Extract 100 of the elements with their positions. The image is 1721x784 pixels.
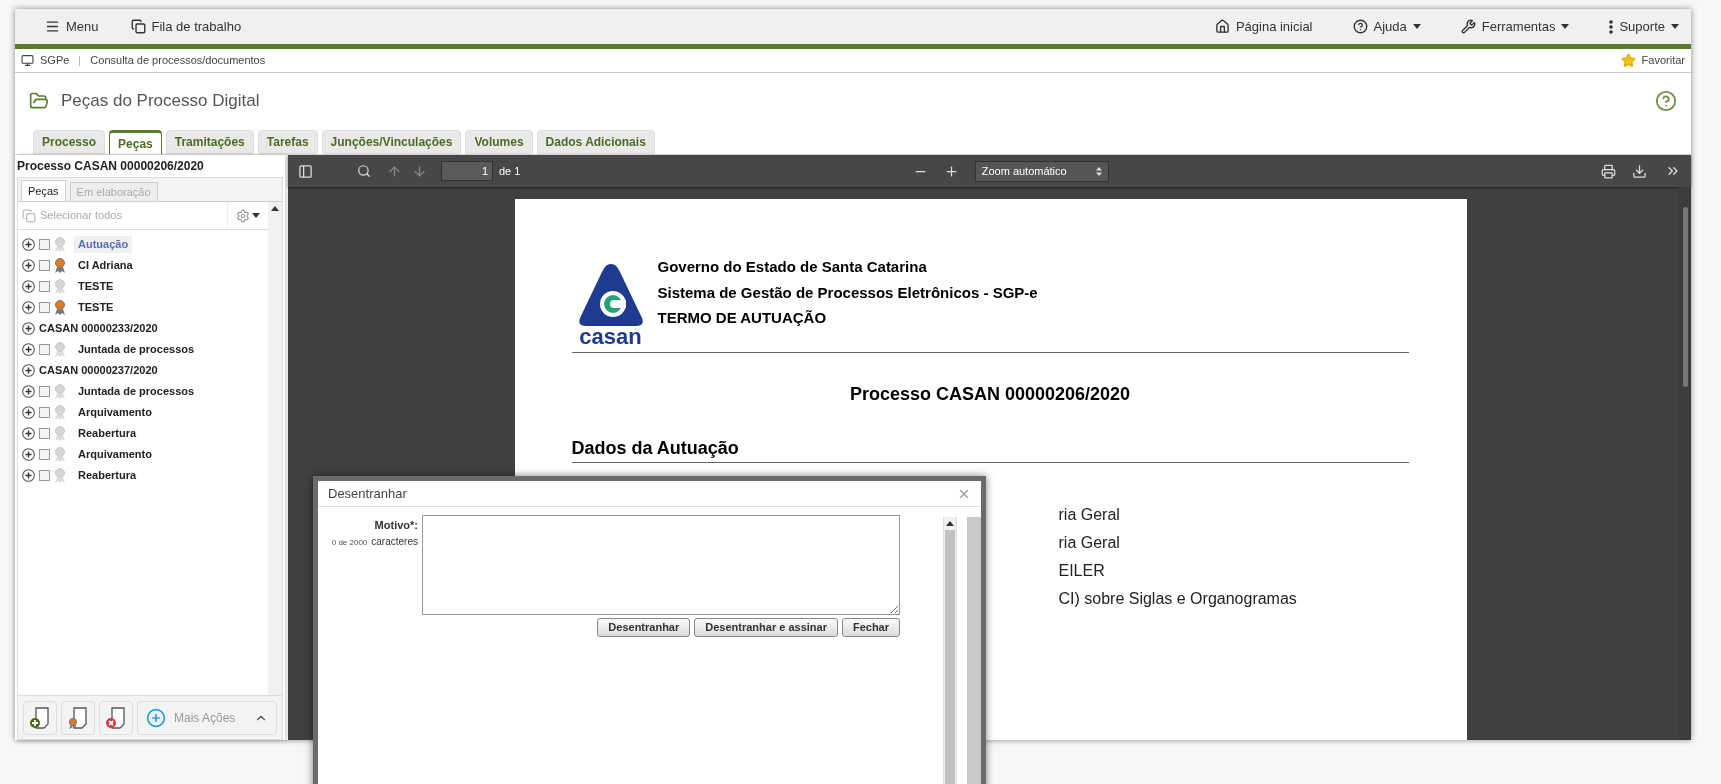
- tree-item[interactable]: CI Adriana: [74, 257, 137, 274]
- select-all-icon: [22, 208, 36, 223]
- help-icon[interactable]: [1655, 90, 1677, 112]
- expand-icon[interactable]: [22, 469, 35, 482]
- page-input[interactable]: 1: [441, 161, 493, 181]
- scrollbar[interactable]: [967, 517, 981, 784]
- tree-item[interactable]: TESTE: [74, 278, 118, 295]
- nav-link[interactable]: Menu: [37, 16, 107, 37]
- tab[interactable]: Peças: [109, 130, 162, 154]
- field-label: Motivo*:: [374, 518, 418, 533]
- dialog-button[interactable]: Desentranhar: [597, 618, 691, 637]
- toolbar-button[interactable]: [99, 700, 133, 735]
- checkbox[interactable]: [39, 239, 50, 250]
- more-icon: [1609, 19, 1614, 34]
- star-icon: [1620, 53, 1636, 68]
- scrollbar[interactable]: [943, 517, 957, 784]
- monitor-icon: [21, 54, 34, 67]
- nav-link[interactable]: Fila de trabalho: [122, 16, 250, 37]
- tab[interactable]: Tarefas: [257, 130, 318, 154]
- add-document-icon: [28, 705, 52, 730]
- nav-link[interactable]: Suporte: [1601, 16, 1687, 37]
- checkbox[interactable]: [39, 449, 50, 460]
- breadcrumb-current: Consulta de processos/documentos: [90, 53, 266, 69]
- download-icon[interactable]: [1632, 163, 1647, 179]
- tree-item[interactable]: Arquivamento: [74, 446, 156, 463]
- document-text: CI) sobre Siglas e Organogramas: [1058, 588, 1298, 609]
- favorite-button[interactable]: Favoritar: [1620, 52, 1685, 69]
- scrollbar[interactable]: [268, 202, 282, 695]
- nav-link[interactable]: Ferramentas: [1452, 16, 1578, 37]
- expand-icon[interactable]: [22, 343, 35, 356]
- page-title: Peças do Processo Digital: [61, 90, 260, 113]
- dialog-button[interactable]: Fechar: [841, 618, 900, 637]
- seal-icon: [54, 384, 66, 399]
- expand-icon[interactable]: [22, 259, 35, 272]
- checkbox[interactable]: [39, 407, 50, 418]
- toolbar-button[interactable]: [61, 700, 95, 735]
- checkbox[interactable]: [39, 470, 50, 481]
- tree-item[interactable]: Autuação: [74, 236, 133, 253]
- checkbox[interactable]: [39, 344, 50, 355]
- tree-item[interactable]: Juntada de processos: [74, 383, 199, 400]
- tree-item[interactable]: Reabertura: [74, 425, 141, 442]
- caret-icon: [252, 213, 260, 218]
- breadcrumb-link[interactable]: SGPe: [40, 52, 70, 69]
- checkbox[interactable]: [39, 428, 50, 439]
- seal-icon: [54, 258, 66, 273]
- seal-icon: [54, 300, 66, 315]
- wrench-icon: [1460, 19, 1476, 34]
- seal-icon: [54, 279, 66, 294]
- nav-link[interactable]: Página inicial: [1206, 16, 1321, 37]
- print-icon[interactable]: [1601, 163, 1616, 179]
- arrow-down-icon[interactable]: [412, 163, 427, 179]
- character-unit: caracteres: [371, 534, 418, 549]
- tab[interactable]: Dados Adicionais: [536, 130, 655, 154]
- document-text: EILER: [1058, 560, 1106, 581]
- tree-item[interactable]: Reabertura: [74, 467, 141, 484]
- checkbox[interactable]: [39, 386, 50, 397]
- search-icon[interactable]: [357, 164, 371, 178]
- checkbox[interactable]: [39, 281, 50, 292]
- expand-icon[interactable]: [22, 406, 35, 419]
- tree-item[interactable]: TESTE: [74, 299, 118, 316]
- caret-icon: [1412, 24, 1421, 29]
- document-text: ria Geral: [1058, 532, 1121, 553]
- document-text: ria Geral: [1058, 504, 1121, 525]
- checkbox[interactable]: [39, 302, 50, 313]
- nav-link[interactable]: Ajuda: [1344, 16, 1429, 37]
- tree-item[interactable]: Juntada de processos: [74, 341, 199, 358]
- expand-icon[interactable]: [22, 448, 35, 461]
- checkbox[interactable]: [39, 260, 50, 271]
- tab[interactable]: Processo: [33, 130, 106, 154]
- expand-icon[interactable]: [22, 364, 35, 377]
- dialog-button[interactable]: Desentranhar e assinar: [694, 618, 838, 637]
- sidebar-icon[interactable]: [298, 163, 313, 179]
- scrollbar[interactable]: [1679, 187, 1691, 740]
- expand-icon[interactable]: [22, 238, 35, 251]
- tab[interactable]: Tramitações: [165, 130, 254, 154]
- section-heading: Dados da Autuação: [571, 434, 1409, 463]
- help-icon: [1352, 19, 1368, 34]
- caret-up-icon: [271, 206, 279, 211]
- updown-icon: [1095, 166, 1102, 176]
- character-count: 0 de 2000: [331, 536, 368, 549]
- home-icon: [1214, 19, 1230, 34]
- tab[interactable]: Volumes: [465, 130, 533, 154]
- expand-icon[interactable]: [22, 427, 35, 440]
- zoom-in-icon[interactable]: [943, 163, 959, 179]
- tab[interactable]: Junções/Vinculações: [321, 130, 462, 154]
- toolbar-button[interactable]: [23, 700, 57, 735]
- document-header-line: TERMO DE AUTUAÇÃO: [657, 308, 828, 328]
- seal-icon: [54, 237, 66, 252]
- expand-icon[interactable]: [22, 301, 35, 314]
- remove-document-icon: [104, 705, 128, 730]
- tab[interactable]: Peças: [21, 180, 66, 201]
- caret-icon: [1671, 24, 1679, 29]
- expand-icon[interactable]: [22, 280, 35, 293]
- tree-item[interactable]: CASAN 00000237/2020: [39, 362, 158, 379]
- reason-field[interactable]: [422, 515, 900, 615]
- expand-icon[interactable]: [22, 322, 35, 335]
- expand-icon[interactable]: [22, 385, 35, 398]
- tree-item[interactable]: Arquivamento: [74, 404, 156, 421]
- zoom-select[interactable]: Zoom automático: [974, 160, 1109, 182]
- tree-item[interactable]: CASAN 00000233/2020: [39, 320, 158, 337]
